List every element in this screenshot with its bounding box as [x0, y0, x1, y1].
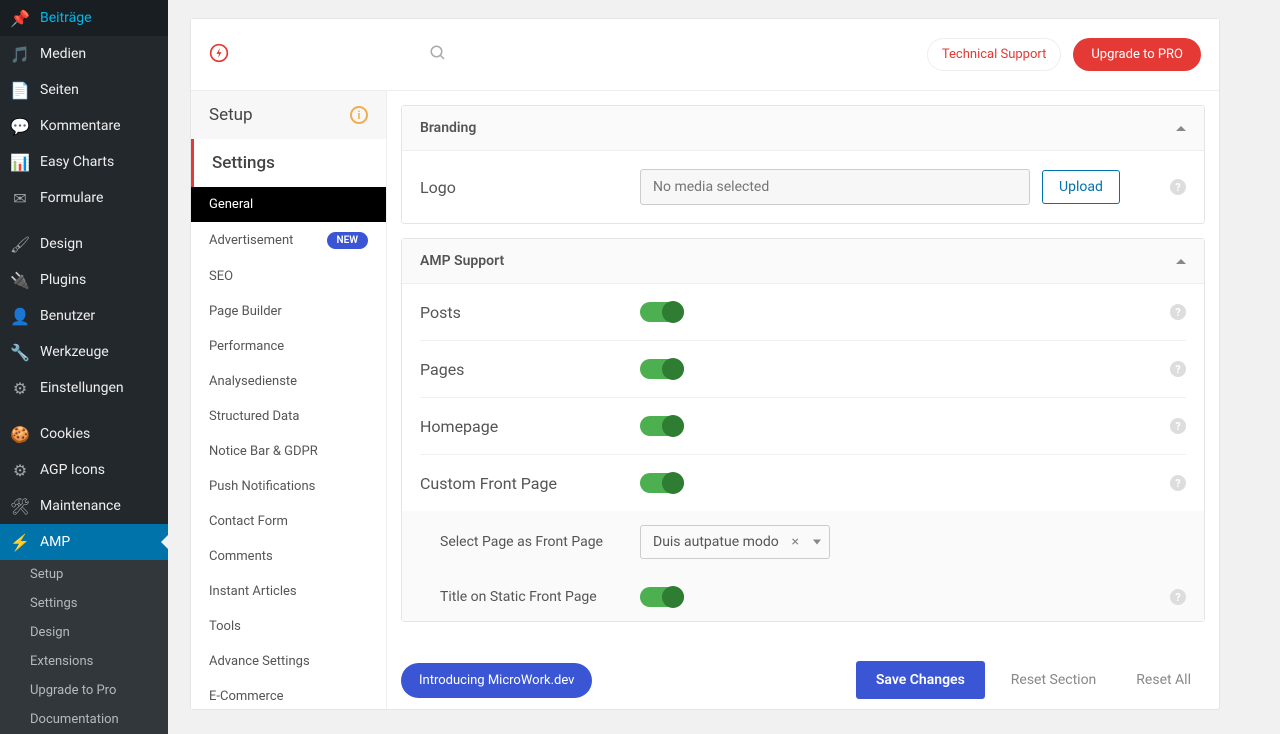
- chevron-up-icon: [1176, 259, 1186, 264]
- nav-ecommerce[interactable]: E-Commerce: [191, 679, 386, 709]
- sidebar-item-posts[interactable]: 📌Beiträge: [0, 0, 168, 36]
- info-icon: i: [350, 106, 368, 124]
- sliders-icon: ⚙: [10, 378, 30, 398]
- page-icon: 📄: [10, 80, 30, 100]
- chevron-down-icon: [813, 540, 821, 545]
- sidebar-item-amp[interactable]: ⚡AMP: [0, 524, 168, 560]
- help-icon[interactable]: ?: [1170, 475, 1186, 491]
- amp-support-header[interactable]: AMP Support: [402, 239, 1204, 284]
- sidebar-item-settings[interactable]: ⚙Einstellungen: [0, 370, 168, 406]
- reset-all-button[interactable]: Reset All: [1122, 662, 1205, 698]
- help-icon[interactable]: ?: [1170, 589, 1186, 605]
- cfp-nested: Select Page as Front Page Duis autpatue …: [402, 511, 1204, 621]
- sidebar-item-media[interactable]: 🎵Medien: [0, 36, 168, 72]
- select-clear-icon[interactable]: ×: [792, 534, 799, 550]
- maintenance-icon: 🛠: [10, 496, 30, 516]
- nav-advance[interactable]: Advance Settings: [191, 644, 386, 679]
- upload-button[interactable]: Upload: [1042, 170, 1120, 204]
- sidebar-item-users[interactable]: 👤Benutzer: [0, 298, 168, 334]
- sidebar-item-maintenance[interactable]: 🛠Maintenance: [0, 488, 168, 524]
- wp-admin-sidebar: 📌Beiträge 🎵Medien 📄Seiten 💬Kommentare 📊E…: [0, 0, 168, 720]
- settings-panel: Technical Support Upgrade to PRO Setup i…: [190, 18, 1220, 710]
- nav-pagebuilder[interactable]: Page Builder: [191, 294, 386, 329]
- sidebar-item-cookies[interactable]: 🍪Cookies: [0, 416, 168, 452]
- comment-icon: 💬: [10, 116, 30, 136]
- help-icon[interactable]: ?: [1170, 304, 1186, 320]
- footer-bar: Introducing MicroWork.dev Save Changes R…: [401, 661, 1205, 699]
- title-static-toggle[interactable]: [640, 587, 684, 607]
- amp-sub-extensions[interactable]: Extensions: [0, 647, 168, 676]
- subsection-setup[interactable]: Setup i: [191, 91, 386, 139]
- logo-row: Logo Upload ?: [420, 151, 1186, 223]
- subsection-settings[interactable]: Settings: [191, 139, 386, 187]
- nav-analytics[interactable]: Analysedienste: [191, 364, 386, 399]
- select-front-page-row: Select Page as Front Page Duis autpatue …: [440, 511, 1186, 573]
- amp-sub-setup[interactable]: Setup: [0, 560, 168, 589]
- amp-sub-settings[interactable]: Settings: [0, 589, 168, 618]
- settings-nav: General Advertisement NEW SEO Page Build…: [191, 187, 386, 709]
- nav-notice-gdpr[interactable]: Notice Bar & GDPR: [191, 434, 386, 469]
- homepage-toggle[interactable]: [640, 416, 684, 436]
- content-area: Branding Logo Upload ?: [387, 19, 1219, 709]
- cfp-row: Custom Front Page ?: [420, 455, 1186, 511]
- amp-submenu: Setup Settings Design Extensions Upgrade…: [0, 560, 168, 734]
- cookie-icon: 🍪: [10, 424, 30, 444]
- nav-contact[interactable]: Contact Form: [191, 504, 386, 539]
- pages-row: Pages ?: [420, 341, 1186, 398]
- help-icon[interactable]: ?: [1170, 418, 1186, 434]
- save-changes-button[interactable]: Save Changes: [856, 661, 985, 699]
- sidebar-item-pages[interactable]: 📄Seiten: [0, 72, 168, 108]
- user-icon: 👤: [10, 306, 30, 326]
- front-page-select[interactable]: Duis autpatue modo ×: [640, 525, 830, 559]
- media-icon: 🎵: [10, 44, 30, 64]
- logo-media-input[interactable]: [640, 169, 1030, 205]
- homepage-row: Homepage ?: [420, 398, 1186, 455]
- amp-sub-upgrade[interactable]: Upgrade to Pro: [0, 676, 168, 705]
- cfp-toggle[interactable]: [640, 473, 684, 493]
- pin-icon: 📌: [10, 8, 30, 28]
- posts-toggle[interactable]: [640, 302, 684, 322]
- help-icon[interactable]: ?: [1170, 179, 1186, 195]
- logo-label: Logo: [420, 178, 640, 197]
- posts-row: Posts ?: [420, 284, 1186, 341]
- sidebar-item-comments[interactable]: 💬Kommentare: [0, 108, 168, 144]
- bolt-icon: [209, 43, 229, 67]
- nav-tools[interactable]: Tools: [191, 609, 386, 644]
- nav-seo[interactable]: SEO: [191, 259, 386, 294]
- branding-header[interactable]: Branding: [402, 106, 1204, 151]
- main-area: Technical Support Upgrade to PRO Setup i…: [168, 0, 1280, 720]
- title-static-row: Title on Static Front Page ?: [440, 573, 1186, 621]
- reset-section-button[interactable]: Reset Section: [997, 662, 1111, 698]
- gear-icon: ⚙: [10, 460, 30, 480]
- chevron-up-icon: [1176, 126, 1186, 131]
- sidebar-item-tools[interactable]: 🔧Werkzeuge: [0, 334, 168, 370]
- amp-icon: ⚡: [10, 532, 30, 552]
- new-badge: NEW: [327, 232, 369, 249]
- sidebar-item-agp-icons[interactable]: ⚙AGP Icons: [0, 452, 168, 488]
- sidebar-item-design[interactable]: 🖌Design: [0, 226, 168, 262]
- amp-support-card: AMP Support Posts ? Pages ?: [401, 238, 1205, 622]
- nav-instant[interactable]: Instant Articles: [191, 574, 386, 609]
- settings-subsidebar: Setup i Settings General Advertisement N…: [191, 19, 387, 709]
- intro-pill-button[interactable]: Introducing MicroWork.dev: [401, 663, 592, 698]
- wrench-icon: 🔧: [10, 342, 30, 362]
- branding-card: Branding Logo Upload ?: [401, 105, 1205, 224]
- nav-general[interactable]: General: [191, 187, 386, 222]
- brush-icon: 🖌: [10, 234, 30, 254]
- sidebar-item-forms[interactable]: ✉Formulare: [0, 180, 168, 216]
- sidebar-item-easycharts[interactable]: 📊Easy Charts: [0, 144, 168, 180]
- pages-toggle[interactable]: [640, 359, 684, 379]
- nav-performance[interactable]: Performance: [191, 329, 386, 364]
- nav-advertisement[interactable]: Advertisement NEW: [191, 222, 386, 259]
- nav-structured-data[interactable]: Structured Data: [191, 399, 386, 434]
- help-icon[interactable]: ?: [1170, 361, 1186, 377]
- nav-comments[interactable]: Comments: [191, 539, 386, 574]
- sidebar-item-plugins[interactable]: 🔌Plugins: [0, 262, 168, 298]
- nav-push[interactable]: Push Notifications: [191, 469, 386, 504]
- chart-icon: 📊: [10, 152, 30, 172]
- amp-sub-design[interactable]: Design: [0, 618, 168, 647]
- plugin-icon: 🔌: [10, 270, 30, 290]
- mail-icon: ✉: [10, 188, 30, 208]
